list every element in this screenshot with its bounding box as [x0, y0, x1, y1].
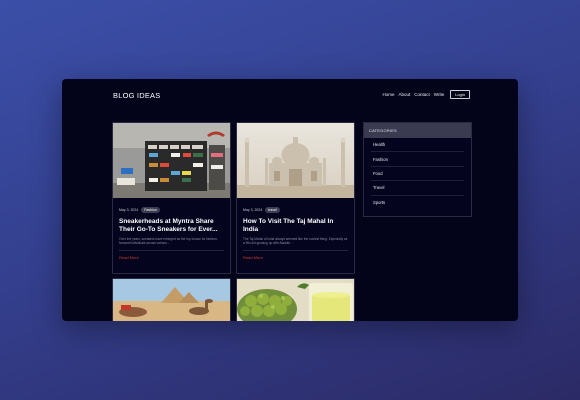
nav-write[interactable]: Write — [434, 92, 444, 97]
divider — [119, 250, 224, 251]
post-thumbnail-olives[interactable] — [237, 279, 354, 321]
nav-home[interactable]: Home — [382, 92, 394, 97]
read-more-link[interactable]: Read More — [243, 255, 354, 260]
post-card[interactable]: May 3, 2024 travel How To Visit The Taj … — [236, 122, 355, 274]
category-badge[interactable]: travel — [265, 207, 280, 213]
post-date: May 3, 2024 — [119, 208, 139, 212]
post-meta: May 3, 2024 travel — [243, 207, 354, 213]
nav-contact[interactable]: Contact — [414, 92, 430, 97]
post-thumbnail-desert[interactable] — [113, 279, 230, 321]
post-thumbnail-sneakers[interactable] — [113, 123, 230, 198]
post-title[interactable]: How To Visit The Taj Mahal In India — [243, 218, 348, 234]
main-nav: Home About Contact Write Login — [382, 90, 470, 99]
app-window: BLOG IDEAS Home About Contact Write Logi… — [62, 79, 518, 321]
category-item-fashion[interactable]: Fashion — [371, 152, 464, 167]
post-date: May 3, 2024 — [243, 208, 263, 212]
post-thumbnail-taj-mahal[interactable] — [237, 123, 354, 198]
category-badge[interactable]: Fashion — [141, 207, 160, 213]
read-more-link[interactable]: Read More — [119, 255, 230, 260]
post-meta: May 3, 2024 Fashion — [119, 207, 230, 213]
category-item-food[interactable]: Food — [371, 167, 464, 182]
login-button[interactable]: Login — [450, 90, 470, 99]
categories-sidebar: CATEGORIES Health Fashion Food Travel Sp… — [363, 122, 472, 217]
divider — [243, 250, 348, 251]
category-item-health[interactable]: Health — [371, 138, 464, 153]
nav-about[interactable]: About — [399, 92, 411, 97]
post-title[interactable]: Sneakerheads at Myntra Share Their Go-To… — [119, 218, 224, 234]
post-card[interactable]: May 3, 2024 Fashion Sneakerheads at Mynt… — [112, 122, 231, 274]
site-logo[interactable]: BLOG IDEAS — [113, 91, 160, 100]
post-excerpt: Over the years, sneakers have emerged as… — [119, 237, 218, 246]
post-card[interactable] — [112, 278, 231, 321]
category-item-sports[interactable]: Sports — [371, 196, 464, 209]
category-item-travel[interactable]: Travel — [371, 181, 464, 196]
sidebar-title: CATEGORIES — [364, 123, 471, 138]
post-card[interactable] — [236, 278, 355, 321]
post-excerpt: The Taj Mahal of India always seemed lik… — [243, 237, 348, 246]
